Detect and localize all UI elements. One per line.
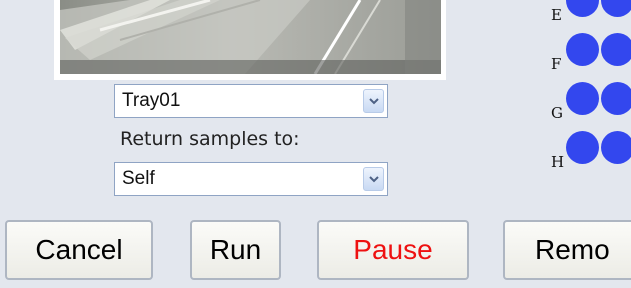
chevron-down-icon: [369, 176, 379, 183]
return-samples-select[interactable]: Self: [114, 162, 388, 196]
camera-preview-frame: [54, 0, 446, 80]
return-select-dropdown-button[interactable]: [363, 167, 384, 191]
well[interactable]: [566, 82, 599, 115]
well[interactable]: [601, 0, 631, 17]
row-label-f: F: [551, 55, 562, 73]
chevron-down-icon: [369, 98, 379, 105]
camera-preview-image: [60, 0, 441, 74]
remove-button[interactable]: Remo: [503, 220, 631, 280]
row-label-g: G: [551, 104, 563, 122]
well[interactable]: [566, 0, 599, 17]
well[interactable]: [601, 131, 631, 164]
well-plate: E F G H: [516, 0, 631, 180]
tray-select-value: Tray01: [122, 90, 181, 111]
pause-button[interactable]: Pause: [317, 220, 469, 280]
tray-select-dropdown-button[interactable]: [363, 89, 384, 113]
tray-select[interactable]: Tray01: [114, 84, 388, 118]
return-select-value: Self: [122, 168, 155, 189]
well[interactable]: [601, 82, 631, 115]
well[interactable]: [566, 131, 599, 164]
row-label-e: E: [551, 6, 562, 24]
row-label-h: H: [551, 153, 565, 171]
well[interactable]: [566, 33, 599, 66]
return-samples-label: Return samples to:: [120, 128, 300, 150]
run-button[interactable]: Run: [190, 220, 281, 280]
cancel-button[interactable]: Cancel: [5, 220, 153, 280]
well[interactable]: [601, 33, 631, 66]
